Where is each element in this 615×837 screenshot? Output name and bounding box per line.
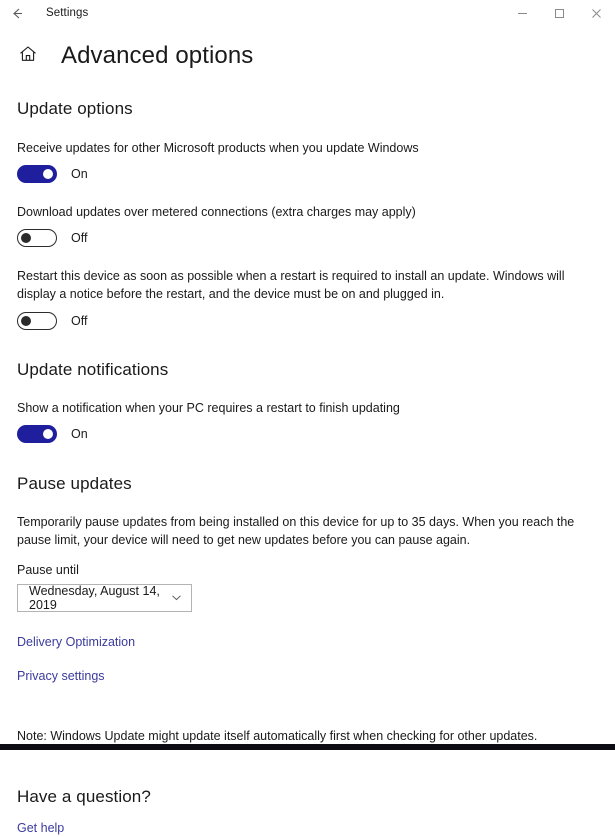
window-controls bbox=[504, 0, 615, 26]
setting-description-metered-connections: Download updates over metered connection… bbox=[17, 205, 416, 220]
toggle-row-restart-notification: On bbox=[17, 424, 598, 443]
back-arrow-icon bbox=[10, 6, 25, 21]
toggle-row-metered-connections: Off bbox=[17, 229, 598, 248]
toggle-knob bbox=[21, 233, 31, 244]
app-title: Settings bbox=[46, 7, 89, 19]
setting-description-restart-asap: Restart this device as soon as possible … bbox=[17, 269, 565, 302]
title-bar: Settings bbox=[0, 0, 615, 26]
update-note-text: Note: Windows Update might update itself… bbox=[17, 728, 538, 743]
maximize-icon bbox=[554, 8, 565, 19]
setting-description-restart-notification: Show a notification when your PC require… bbox=[17, 400, 400, 415]
section-heading-pause-updates: Pause updates bbox=[17, 473, 132, 493]
close-icon bbox=[591, 8, 602, 19]
maximize-button[interactable] bbox=[541, 0, 578, 26]
toggle-knob bbox=[43, 428, 53, 439]
section-heading-update-notifications: Update notifications bbox=[17, 359, 169, 379]
section-heading-update-options: Update options bbox=[17, 99, 133, 118]
toggle-restart-notification[interactable] bbox=[17, 424, 57, 443]
toggle-restart-asap[interactable] bbox=[17, 311, 57, 330]
toggle-metered-connections[interactable] bbox=[17, 229, 57, 248]
home-button[interactable] bbox=[17, 45, 39, 67]
pause-until-selected-value: Wednesday, August 14, 2019 bbox=[29, 583, 160, 612]
link-get-help[interactable]: Get help bbox=[17, 821, 64, 835]
toggle-state-restart-notification: On bbox=[71, 426, 88, 441]
toggle-knob bbox=[21, 315, 31, 326]
toggle-row-restart-asap: Off bbox=[17, 311, 598, 330]
link-delivery-optimization[interactable]: Delivery Optimization bbox=[17, 635, 135, 649]
pause-until-label: Pause until bbox=[17, 562, 79, 577]
pause-until-dropdown[interactable]: Wednesday, August 14, 2019 bbox=[17, 583, 192, 612]
toggle-row-microsoft-products: On bbox=[17, 165, 598, 184]
pause-updates-description: Temporarily pause updates from being ins… bbox=[17, 514, 575, 547]
toggle-state-restart-asap: Off bbox=[71, 313, 88, 328]
minimize-icon bbox=[517, 8, 528, 19]
setting-description-microsoft-products: Receive updates for other Microsoft prod… bbox=[17, 141, 419, 155]
close-button[interactable] bbox=[578, 0, 615, 26]
toggle-microsoft-products[interactable] bbox=[17, 165, 57, 184]
page-title: Advanced options bbox=[61, 42, 254, 69]
toggle-state-metered-connections: Off bbox=[71, 231, 88, 246]
minimize-button[interactable] bbox=[504, 0, 541, 26]
link-privacy-settings[interactable]: Privacy settings bbox=[17, 669, 105, 683]
section-heading-have-a-question: Have a question? bbox=[17, 786, 151, 806]
toggle-knob bbox=[43, 169, 53, 180]
home-icon bbox=[18, 44, 38, 69]
toggle-state-microsoft-products: On bbox=[71, 167, 88, 182]
chevron-down-icon bbox=[170, 591, 183, 604]
page-header: Advanced options bbox=[0, 44, 615, 68]
window-bottom-edge bbox=[0, 744, 615, 750]
settings-content: Update options Receive updates for other… bbox=[0, 99, 615, 837]
back-button[interactable] bbox=[0, 0, 34, 26]
